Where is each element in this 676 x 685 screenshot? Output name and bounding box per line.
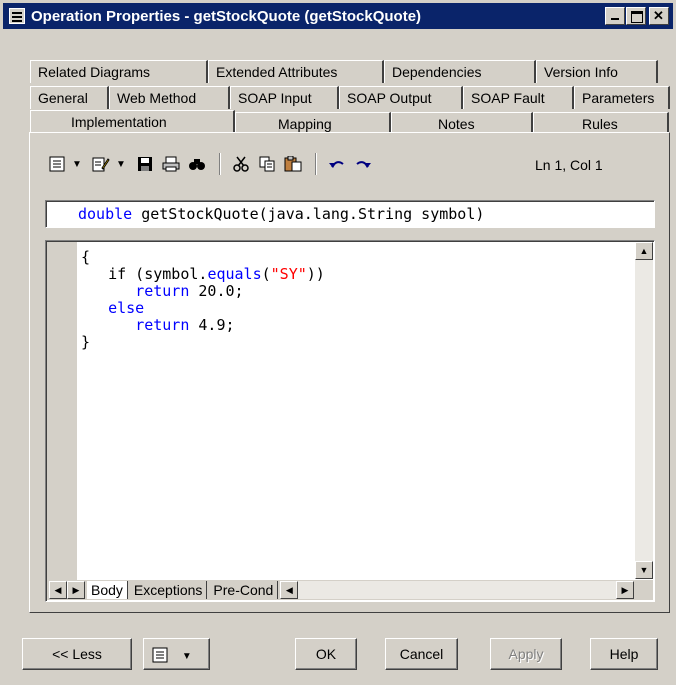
minimize-button[interactable] [605, 7, 625, 25]
hscroll-right-icon[interactable]: ▶ [616, 581, 634, 599]
redo-icon[interactable] [351, 153, 375, 175]
sheet-tab-bar: ◀ ▶ Body Exceptions Pre-Cond ◀ ▶ [47, 580, 653, 600]
save-icon[interactable] [133, 153, 157, 175]
scroll-up-icon[interactable]: ▲ [635, 242, 653, 260]
signature-return-type: double [78, 205, 133, 223]
hscroll-left-icon[interactable]: ◀ [280, 581, 299, 599]
code-body[interactable]: { if (symbol.equals("SY")) return 20.0; … [81, 249, 325, 351]
cancel-button[interactable]: Cancel [385, 638, 458, 670]
tab-related-diagrams[interactable]: Related Diagrams [30, 60, 208, 83]
chevron-down-icon: ▼ [181, 651, 192, 662]
code-line: if (symbol.equals("SY")) [81, 265, 325, 283]
find-icon[interactable] [185, 153, 209, 175]
list-dropdown-button[interactable]: ▼ [143, 638, 210, 670]
tab-soap-fault[interactable]: SOAP Fault [463, 86, 574, 109]
help-button[interactable]: Help [590, 638, 658, 670]
code-line: else [108, 299, 145, 317]
sheet-next-icon[interactable]: ▶ [67, 581, 85, 599]
sheet-tab-exceptions[interactable]: Exceptions [129, 581, 208, 599]
tab-row-1: Related Diagrams Extended Attributes Dep… [30, 60, 658, 84]
tab-version-info[interactable]: Version Info [536, 60, 658, 83]
tab-row-3: Implementation Mapping Notes Rules [30, 110, 669, 136]
scroll-down-icon[interactable]: ▼ [635, 561, 653, 579]
sheet-tab-pre-cond[interactable]: Pre-Cond [209, 581, 279, 599]
tab-general[interactable]: General [30, 86, 109, 109]
code-editor[interactable]: { if (symbol.equals("SY")) return 20.0; … [45, 240, 655, 602]
edit-dropdown-icon[interactable]: ▼ [115, 159, 127, 170]
code-line: return 4.9; [135, 316, 235, 334]
cursor-position: Ln 1, Col 1 [535, 157, 603, 173]
tab-soap-output[interactable]: SOAP Output [339, 86, 463, 109]
signature-field[interactable]: double getStockQuote(java.lang.String sy… [45, 200, 655, 228]
editor-gutter [47, 242, 77, 600]
code-line: return 20.0; [135, 282, 244, 300]
toolbar-separator [219, 153, 221, 175]
apply-label: Apply [508, 646, 544, 662]
tab-parameters[interactable]: Parameters [574, 86, 670, 109]
maximize-button[interactable] [626, 7, 646, 25]
less-button[interactable]: << Less [22, 638, 132, 670]
vertical-scrollbar[interactable]: ▲ ▼ [635, 242, 653, 579]
paste-icon[interactable] [281, 153, 305, 175]
code-line: { [81, 248, 91, 266]
ok-button[interactable]: OK [295, 638, 357, 670]
cut-icon[interactable] [229, 153, 253, 175]
list-icon[interactable] [45, 153, 69, 175]
edit-icon[interactable] [89, 153, 113, 175]
horizontal-scroll-track[interactable] [298, 581, 616, 599]
code-line: } [81, 333, 91, 351]
undo-icon[interactable] [325, 153, 349, 175]
editor-toolbar: ▼ ▼ [45, 150, 377, 178]
tab-row-2: General Web Method SOAP Input SOAP Outpu… [30, 86, 670, 110]
tab-soap-input[interactable]: SOAP Input [230, 86, 339, 109]
tab-web-method[interactable]: Web Method [109, 86, 230, 109]
close-button[interactable] [649, 7, 669, 25]
properties-window: Operation Properties - getStockQuote (ge… [0, 0, 676, 685]
tab-dependencies[interactable]: Dependencies [384, 60, 536, 83]
sheet-tab-body[interactable]: Body [87, 581, 128, 599]
window-title: Operation Properties - getStockQuote (ge… [31, 7, 422, 25]
tab-extended-attributes[interactable]: Extended Attributes [208, 60, 384, 83]
signature-text: getStockQuote(java.lang.String symbol) [132, 205, 485, 223]
print-icon[interactable] [159, 153, 183, 175]
list-dropdown-icon[interactable]: ▼ [71, 159, 83, 170]
window-menu-icon[interactable] [9, 8, 25, 24]
toolbar-separator [315, 153, 317, 175]
apply-button[interactable]: Apply [490, 638, 562, 670]
list-icon [152, 646, 172, 663]
sheet-prev-icon[interactable]: ◀ [49, 581, 67, 599]
copy-icon[interactable] [255, 153, 279, 175]
title-bar[interactable]: Operation Properties - getStockQuote (ge… [3, 3, 673, 29]
